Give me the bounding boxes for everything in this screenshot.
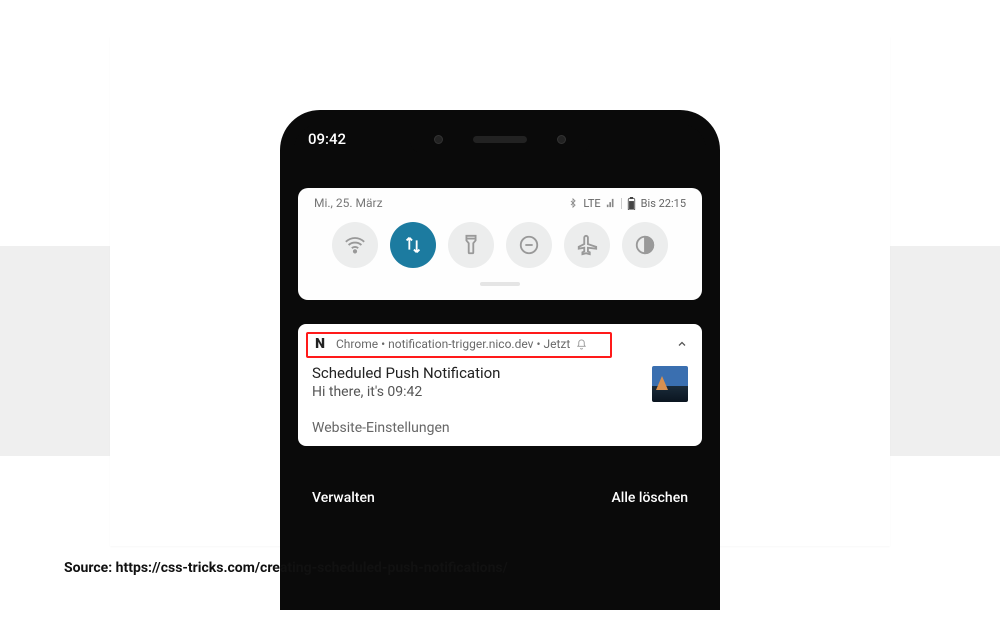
notification-body: Scheduled Push Notification Hi there, it… (312, 364, 688, 402)
wifi-icon (344, 234, 366, 256)
do-not-disturb-icon (518, 234, 540, 256)
notification-settings-link[interactable]: Website-Einstellungen (312, 420, 688, 436)
clear-all-button[interactable]: Alle löschen (612, 490, 689, 506)
chevron-up-icon[interactable] (676, 338, 688, 350)
phone-frame: 09:42 Mi., 25. März LTE Bis 22:15 (280, 110, 720, 610)
status-bar-time: 09:42 (308, 130, 346, 148)
battery-icon (627, 197, 636, 210)
shade-footer: Verwalten Alle löschen (298, 480, 702, 516)
signal-icon (606, 198, 616, 208)
notification-thumbnail (652, 366, 688, 402)
shade-date: Mi., 25. März (314, 196, 383, 210)
manage-notifications-button[interactable]: Verwalten (312, 490, 375, 506)
speaker-grille (473, 136, 527, 143)
dnd-tile[interactable] (506, 222, 552, 268)
network-label: LTE (583, 197, 600, 210)
shade-drag-handle[interactable] (480, 282, 520, 286)
airplane-tile[interactable] (564, 222, 610, 268)
phone-screen: 09:42 Mi., 25. März LTE Bis 22:15 (294, 124, 706, 610)
brightness-tile[interactable] (622, 222, 668, 268)
flashlight-tile[interactable] (448, 222, 494, 268)
shade-top-row: Mi., 25. März LTE Bis 22:15 (310, 196, 690, 210)
shade-status-icons: LTE Bis 22:15 (568, 197, 686, 210)
bluetooth-icon (568, 197, 578, 209)
wifi-tile[interactable] (332, 222, 378, 268)
notification-header: N Chrome • notification-trigger.nico.dev… (312, 336, 688, 352)
battery-until: Bis 22:15 (641, 197, 686, 210)
app-badge-icon: N (312, 336, 328, 352)
notification-title: Scheduled Push Notification (312, 364, 640, 382)
notification-message: Hi there, it's 09:42 (312, 384, 640, 400)
front-camera-icon (434, 135, 443, 144)
quick-settings-row (310, 218, 690, 276)
brightness-icon (634, 234, 656, 256)
airplane-mode-icon (576, 234, 598, 256)
source-caption: Source: https://css-tricks.com/creating-… (64, 560, 508, 576)
divider (621, 198, 622, 209)
bell-icon (576, 339, 587, 350)
notification-shade-panel: Mi., 25. März LTE Bis 22:15 (298, 188, 702, 300)
front-camera-icon (557, 135, 566, 144)
mobile-data-tile[interactable] (390, 222, 436, 268)
flashlight-icon (460, 234, 482, 256)
phone-notch (410, 124, 590, 154)
notification-source-line: Chrome • notification-trigger.nico.dev •… (336, 337, 570, 351)
mobile-data-icon (402, 234, 424, 256)
notification-card[interactable]: N Chrome • notification-trigger.nico.dev… (298, 324, 702, 446)
